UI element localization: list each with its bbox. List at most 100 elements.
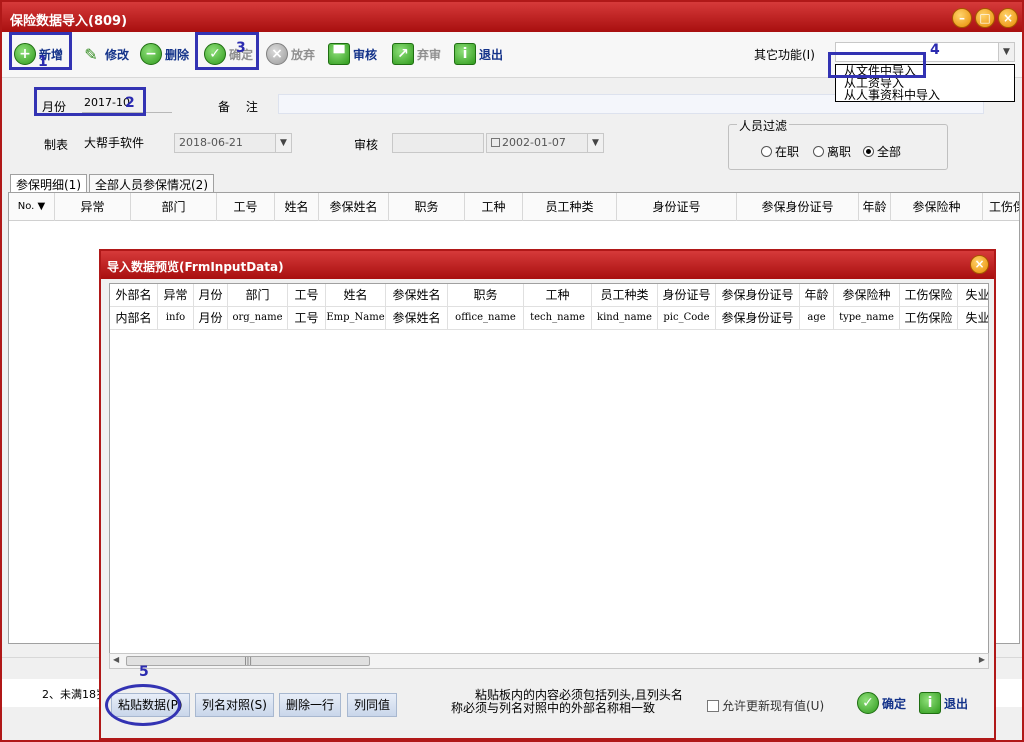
- filter-radio-all[interactable]: 全部: [863, 143, 901, 160]
- filter-option-label: 离职: [827, 145, 852, 159]
- grid-cell[interactable]: 身份证号: [658, 284, 716, 307]
- preview-grid[interactable]: 外部名 异常 月份 部门 工号 姓名 参保姓名 职务 工种 员工种类 身份证号 …: [109, 283, 989, 669]
- dialog-exit-label: 退出: [944, 696, 969, 711]
- grid-cell[interactable]: 异常: [158, 284, 194, 307]
- dialog-title-bar: 导入数据预览(FrmInputData) ×: [101, 251, 994, 279]
- tab-insured-detail[interactable]: 参保明细(1): [10, 174, 87, 192]
- grid-cell[interactable]: 参保姓名: [386, 284, 448, 307]
- maximize-button[interactable]: □: [975, 8, 995, 28]
- insured-grid-header: No. ▼ 异常 部门 工号 姓名 参保姓名 职务 工种 员工种类 身份证号 参…: [9, 193, 1019, 221]
- delete-label: 删除: [165, 47, 190, 62]
- delete-button[interactable]: − 删除: [140, 40, 189, 68]
- annotation-box: [828, 52, 926, 78]
- allow-update-label: 允许更新现有值(U): [722, 699, 825, 713]
- audit-date-checkbox[interactable]: [491, 138, 500, 147]
- maker-date: 2018-06-21: [179, 136, 243, 149]
- person-filter-group: 人员过滤 在职 离职 全部: [728, 117, 948, 170]
- menu-item-import-hr[interactable]: 从人事资料中导入: [836, 89, 1014, 101]
- grid-cell[interactable]: Emp_Name: [326, 307, 386, 330]
- chevron-down-icon[interactable]: ▼: [587, 134, 603, 152]
- abandon-button[interactable]: × 放弃: [266, 40, 315, 68]
- column-mapping-button[interactable]: 列名对照(S): [195, 693, 274, 717]
- grid-cell[interactable]: 职务: [448, 284, 524, 307]
- column-header[interactable]: 参保姓名: [319, 193, 389, 221]
- filter-radio-left[interactable]: 离职: [813, 143, 851, 160]
- grid-cell[interactable]: 工伤保险: [900, 307, 958, 330]
- grid-cell[interactable]: 失业: [958, 307, 988, 330]
- grid-cell[interactable]: info: [158, 307, 194, 330]
- annotation-box: [195, 32, 259, 70]
- tab-all-insured[interactable]: 全部人员参保情况(2): [89, 174, 214, 192]
- dialog-confirm-button[interactable]: ✓ 确定: [857, 689, 906, 717]
- tab-strip: 参保明细(1) 全部人员参保情况(2): [10, 174, 216, 192]
- grid-cell[interactable]: 员工种类: [592, 284, 658, 307]
- column-header[interactable]: 年龄: [859, 193, 891, 221]
- column-header[interactable]: 工号: [217, 193, 275, 221]
- unstamp-icon: ↗: [392, 43, 414, 65]
- scroll-left-icon[interactable]: ◀: [113, 655, 119, 664]
- grid-cell[interactable]: age: [800, 307, 834, 330]
- grid-cell[interactable]: office_name: [448, 307, 524, 330]
- grid-cell[interactable]: 工号: [288, 307, 326, 330]
- dialog-close-button[interactable]: ×: [970, 255, 989, 274]
- grid-cell[interactable]: 失业: [958, 284, 988, 307]
- filter-radio-active[interactable]: 在职: [761, 143, 799, 160]
- filter-icon[interactable]: ▼: [38, 201, 46, 212]
- grid-cell[interactable]: 外部名: [110, 284, 158, 307]
- maker-label: 制表: [44, 138, 69, 152]
- chevron-down-icon[interactable]: ▼: [998, 43, 1014, 61]
- auditor-input[interactable]: [392, 133, 484, 153]
- grid-cell[interactable]: 工号: [288, 284, 326, 307]
- audit-date-combo[interactable]: 2002-01-07 ▼: [486, 133, 604, 153]
- scrollbar-thumb[interactable]: |||: [126, 656, 370, 666]
- annotation-number: 5: [139, 664, 149, 680]
- audit-button[interactable]: ▀ 审核: [328, 40, 377, 68]
- chevron-down-icon[interactable]: ▼: [275, 134, 291, 152]
- dialog-exit-button[interactable]: i 退出: [919, 689, 968, 717]
- grid-cell[interactable]: 参保姓名: [386, 307, 448, 330]
- grid-cell[interactable]: 参保险种: [834, 284, 900, 307]
- column-header[interactable]: 工伤保: [983, 193, 1019, 221]
- dialog-title: 导入数据预览(FrmInputData): [107, 260, 284, 274]
- grid-cell[interactable]: type_name: [834, 307, 900, 330]
- checkbox-box[interactable]: [707, 699, 719, 712]
- scroll-right-icon[interactable]: ▶: [979, 655, 985, 664]
- grid-cell[interactable]: 参保身份证号: [716, 307, 800, 330]
- grid-cell[interactable]: 姓名: [326, 284, 386, 307]
- unaudit-button[interactable]: ↗ 弃审: [392, 40, 441, 68]
- allow-update-checkbox[interactable]: 允许更新现有值(U): [707, 697, 824, 714]
- grid-cell[interactable]: 内部名: [110, 307, 158, 330]
- remark-label: 备 注: [218, 100, 264, 114]
- pencil-icon: ✎: [84, 44, 98, 64]
- column-header[interactable]: 参保身份证号: [737, 193, 859, 221]
- grid-cell[interactable]: 年龄: [800, 284, 834, 307]
- minimize-button[interactable]: –: [952, 8, 972, 28]
- maker-date-combo[interactable]: 2018-06-21 ▼: [174, 133, 292, 153]
- grid-cell[interactable]: pic_Code: [658, 307, 716, 330]
- grid-cell[interactable]: org_name: [228, 307, 288, 330]
- column-header[interactable]: 职务: [389, 193, 465, 221]
- grid-cell[interactable]: 月份: [194, 284, 228, 307]
- grid-cell[interactable]: 工伤保险: [900, 284, 958, 307]
- column-header[interactable]: 异常: [55, 193, 131, 221]
- horizontal-scrollbar[interactable]: ◀ ||| ▶: [109, 653, 989, 669]
- grid-cell[interactable]: 月份: [194, 307, 228, 330]
- close-button[interactable]: ×: [998, 8, 1018, 28]
- column-header[interactable]: 参保险种: [891, 193, 983, 221]
- column-header[interactable]: 员工种类: [523, 193, 617, 221]
- grid-cell[interactable]: 工种: [524, 284, 592, 307]
- grid-cell[interactable]: 部门: [228, 284, 288, 307]
- same-value-button[interactable]: 列同值: [347, 693, 398, 717]
- edit-button[interactable]: ✎ 修改: [80, 40, 129, 68]
- column-header[interactable]: 身份证号: [617, 193, 737, 221]
- grid-cell[interactable]: kind_name: [592, 307, 658, 330]
- grid-cell[interactable]: tech_name: [524, 307, 592, 330]
- column-header[interactable]: No. ▼: [9, 193, 55, 221]
- column-header[interactable]: 工种: [465, 193, 523, 221]
- exit-button[interactable]: i 退出: [454, 40, 503, 68]
- column-header[interactable]: 姓名: [275, 193, 319, 221]
- column-header[interactable]: 部门: [131, 193, 217, 221]
- annotation-number: 3: [236, 40, 246, 56]
- delete-row-button[interactable]: 删除一行: [279, 693, 342, 717]
- grid-cell[interactable]: 参保身份证号: [716, 284, 800, 307]
